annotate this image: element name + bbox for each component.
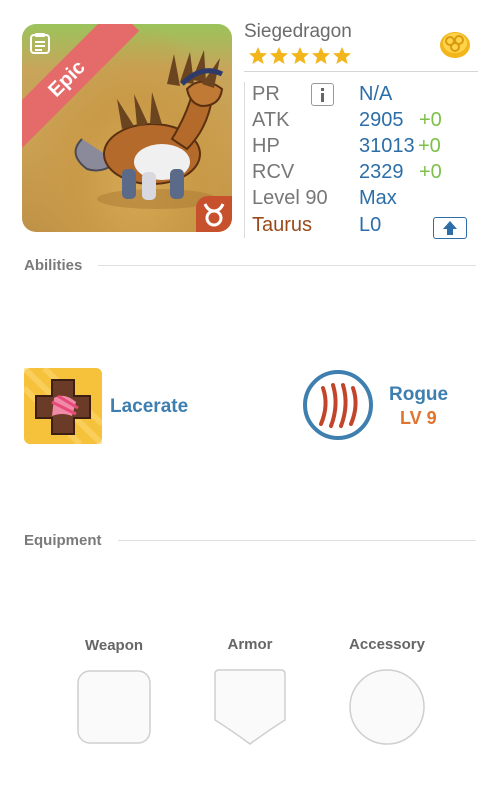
atk-value: 2905 — [359, 109, 404, 131]
star-icon — [291, 47, 309, 64]
rcv-value: 2329 — [359, 161, 404, 183]
document-icon[interactable] — [28, 32, 52, 56]
class-name[interactable]: Rogue — [389, 384, 448, 406]
abilities-divider — [98, 265, 476, 266]
rogue-claw-icon[interactable] — [303, 370, 373, 440]
star-icon — [270, 47, 288, 64]
gold-coin-icon[interactable] — [438, 28, 472, 60]
atk-bonus: +0 — [419, 109, 442, 131]
armor-slot[interactable] — [213, 668, 287, 746]
accessory-slot[interactable] — [348, 668, 426, 746]
star-rating — [248, 46, 353, 71]
hp-bonus: +0 — [418, 135, 441, 157]
weapon-label: Weapon — [84, 637, 144, 654]
skill-name[interactable]: Lacerate — [110, 396, 188, 418]
class-level: LV 9 — [400, 408, 437, 428]
info-icon[interactable] — [311, 83, 334, 106]
monster-name: Siegedragon — [244, 21, 352, 42]
abilities-title: Abilities — [24, 257, 83, 274]
hp-value: 31013 — [359, 135, 415, 157]
star-icon — [249, 47, 267, 64]
divider — [244, 71, 478, 72]
equipment-divider — [118, 540, 476, 541]
taurus-zodiac-icon — [196, 196, 232, 232]
atk-label: ATK — [252, 109, 290, 131]
level-label: Level 90 — [252, 187, 328, 209]
level-value: Max — [359, 187, 397, 209]
weapon-slot[interactable] — [77, 670, 151, 744]
upgrade-button[interactable] — [433, 217, 467, 239]
stats-divider — [244, 82, 245, 238]
hp-label: HP — [252, 135, 280, 157]
armor-label: Armor — [227, 636, 273, 653]
pr-value: N/A — [359, 83, 393, 105]
star-icon — [333, 47, 351, 64]
monster-portrait[interactable]: Epic — [22, 24, 232, 232]
lacerate-icon[interactable] — [21, 365, 105, 447]
accessory-label: Accessory — [349, 636, 425, 653]
pr-label: PR — [252, 83, 280, 105]
equipment-title: Equipment — [24, 532, 102, 549]
arrow-up-icon — [443, 221, 457, 235]
star-icon — [312, 47, 330, 64]
zodiac-label: Taurus — [252, 214, 313, 236]
rcv-bonus: +0 — [419, 161, 442, 183]
rcv-label: RCV — [252, 161, 295, 183]
zodiac-level: L0 — [359, 214, 382, 236]
